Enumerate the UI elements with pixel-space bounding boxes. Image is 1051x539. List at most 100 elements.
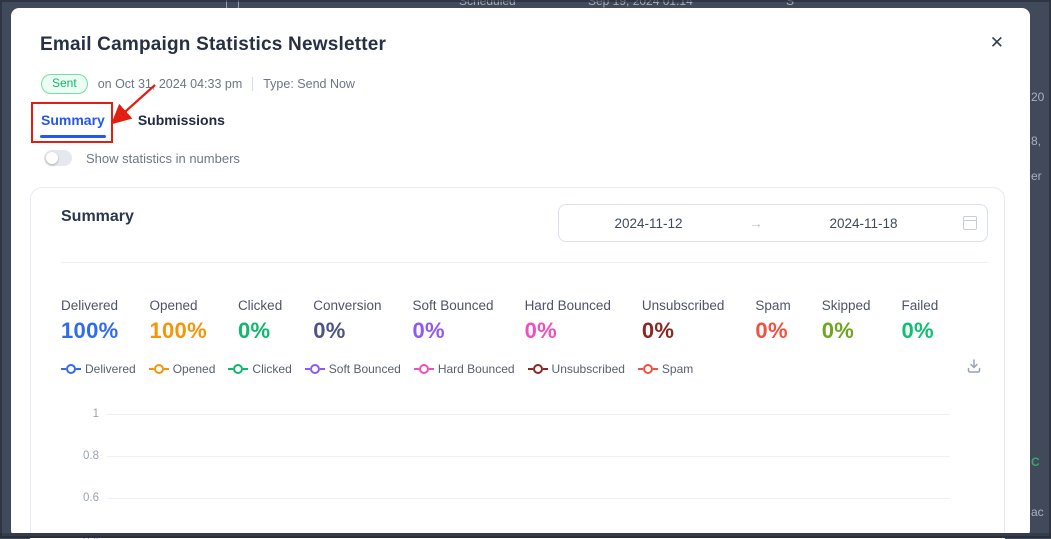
statistics-toggle-row: Show statistics in numbers [44,150,240,166]
stat-label: Unsubscribed [642,298,725,313]
chart-legend: Delivered Opened Clicked [61,362,693,376]
legend-item[interactable]: Soft Bounced [305,362,401,376]
legend-line-icon [76,368,81,370]
stat-label: Opened [149,298,206,313]
toggle-label: Show statistics in numbers [86,151,240,166]
y-axis-tick-label: 0.8 [31,450,107,462]
legend-label: Hard Bounced [438,362,515,376]
stat-label: Clicked [238,298,282,313]
stat-value: 0% [525,318,611,344]
legend-item[interactable]: Opened [149,362,216,376]
stat-value: 0% [413,318,494,344]
chart-gridline [107,498,950,499]
backdrop-status-text: Scheduled [459,0,516,8]
annotation-arrow-icon [106,78,166,133]
chart-grid-row: 1 [31,393,1004,435]
stat-label: Spam [755,298,790,313]
card-header-divider [61,262,988,263]
y-axis-tick-label: 0.6 [31,492,107,504]
annotation-highlight-box [31,102,113,143]
date-range-end[interactable]: 2024-11-18 [774,216,953,231]
chart-gridline [107,414,950,415]
stat-label: Hard Bounced [525,298,611,313]
backdrop-text-fragment: ac [1031,505,1044,519]
legend-line-icon [429,368,434,370]
campaign-meta-row: Sent on Oct 31, 2024 04:33 pm Type: Send… [41,74,355,94]
stat-item: Spam 0% [755,298,790,344]
download-icon [966,358,982,374]
legend-item[interactable]: Delivered [61,362,136,376]
legend-dot-icon [533,364,543,374]
stat-label: Soft Bounced [413,298,494,313]
legend-dot-icon [419,364,429,374]
legend-line-icon [320,368,325,370]
stat-item: Clicked 0% [238,298,282,344]
chart-grid-row: 0.6 [31,477,1004,519]
legend-label: Spam [662,362,693,376]
legend-item[interactable]: Hard Bounced [414,362,515,376]
stat-label: Delivered [61,298,118,313]
date-range-start[interactable]: 2024-11-12 [559,216,738,231]
legend-label: Unsubscribed [552,362,625,376]
campaign-type-text: Type: Send Now [263,77,355,91]
legend-label: Opened [173,362,216,376]
date-range-picker[interactable]: 2024-11-12 → 2024-11-18 [558,204,988,242]
legend-label: Delivered [85,362,136,376]
stat-value: 0% [755,318,790,344]
calendar-icon[interactable] [953,216,987,230]
stat-value: 0% [313,318,381,344]
stat-value: 0% [902,318,939,344]
legend-line-icon [149,368,154,370]
legend-item[interactable]: Clicked [228,362,291,376]
legend-line-icon [243,368,248,370]
stat-label: Failed [902,298,939,313]
stat-item: Soft Bounced 0% [413,298,494,344]
legend-line-icon [528,368,533,370]
chart-grid-row: 0.8 [31,435,1004,477]
stat-value: 100% [149,318,206,344]
line-chart-area: 1 0.8 0.6 0.4 [31,393,1004,539]
legend-dot-icon [233,364,243,374]
stat-item: Conversion 0% [313,298,381,344]
legend-dot-icon [643,364,653,374]
stat-label: Skipped [822,298,871,313]
legend-item[interactable]: Spam [638,362,693,376]
legend-item[interactable]: Unsubscribed [528,362,625,376]
download-chart-button[interactable] [966,358,982,379]
close-icon[interactable]: ✕ [990,34,1004,51]
status-badge: Sent [41,74,88,94]
modal-title: Email Campaign Statistics Newsletter [40,34,386,56]
stat-value: 100% [61,318,118,344]
legend-dot-icon [66,364,76,374]
legend-line-icon [164,368,169,370]
legend-label: Soft Bounced [329,362,401,376]
legend-line-icon [653,368,658,370]
arrow-right-icon: → [738,215,774,231]
backdrop-text-fragment: 8, [1031,134,1041,148]
stat-value: 0% [822,318,871,344]
toggle-knob [46,152,58,164]
window-bottom-border [0,533,1051,538]
backdrop-text-fragment: S [786,0,794,8]
stat-item: Unsubscribed 0% [642,298,725,344]
stat-item: Skipped 0% [822,298,871,344]
y-axis-tick-label: 1 [31,408,107,420]
meta-divider [252,77,253,91]
stat-label: Conversion [313,298,381,313]
stat-item: Failed 0% [902,298,939,344]
stat-item: Hard Bounced 0% [525,298,611,344]
show-statistics-toggle[interactable] [44,150,72,166]
backdrop-text-fragment: er [1031,169,1042,183]
chart-gridline [107,456,950,457]
backdrop-datetime-text: Sep 19, 2024 01:14 [588,0,693,8]
stat-value: 0% [642,318,725,344]
stats-row: Delivered 100% Opened 100% Clicked 0% Co… [61,298,988,344]
stat-value: 0% [238,318,282,344]
legend-dot-icon [154,364,164,374]
stat-item: Opened 100% [149,298,206,344]
summary-card: Summary 2024-11-12 → 2024-11-18 Delivere… [30,187,1005,539]
summary-heading: Summary [61,208,134,226]
campaign-statistics-modal: Email Campaign Statistics Newsletter ✕ S… [11,8,1030,538]
backdrop-text-fragment: 20 [1031,90,1044,104]
legend-label: Clicked [252,362,291,376]
